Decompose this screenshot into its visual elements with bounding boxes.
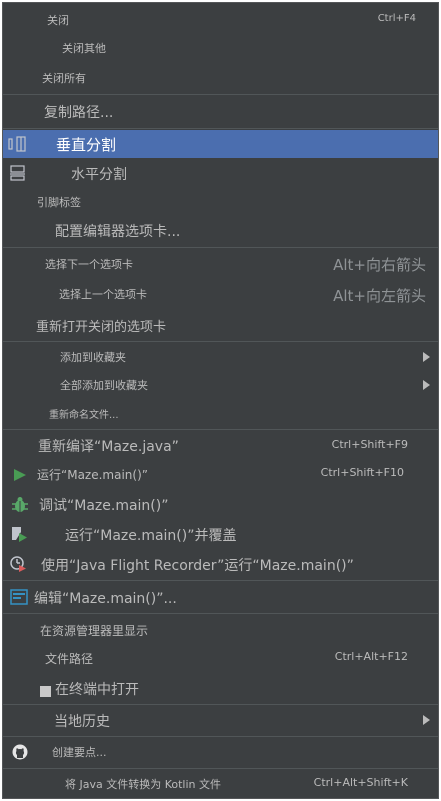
separator [3,768,438,769]
separator [3,341,438,342]
menu-item-label: 添加到收藏夹 [60,351,126,364]
split-vertical-icon [8,136,28,156]
menu-item-label: 关闭所有 [42,72,86,85]
menu-item-next-tab[interactable]: 选择下一个选项卡 Alt+向右箭头 [3,249,438,279]
menu-item-edit-run-configuration[interactable]: 编辑“Maze.main()”... [3,582,438,612]
menu-item-reopen-closed-tab[interactable]: 重新打开关闭的选项卡 [3,311,438,339]
menu-item-shortcut: Alt+向右箭头 [333,256,426,274]
menu-item-split-horizontal[interactable]: 水平分割 [3,159,438,187]
menu-item-recompile[interactable]: 重新编译“Maze.java” Ctrl+Shift+F9 [3,431,438,459]
debug-icon [11,496,29,518]
menu-item-open-in-terminal[interactable]: 在终端中打开 [3,673,438,703]
menu-item-run-with-coverage[interactable]: 运行“Maze.main()”并覆盖 [3,520,438,548]
terminal-icon [40,682,51,701]
menu-item-label: 引脚标签 [37,196,81,209]
menu-item-label: 水平分割 [71,167,127,183]
menu-item-label: 重新编译“Maze.java” [38,439,179,455]
separator [3,128,438,129]
split-horizontal-icon [9,164,27,186]
menu-item-show-in-explorer[interactable]: 在资源管理器里显示 [3,615,438,643]
menu-item-run[interactable]: 运行“Maze.main()” Ctrl+Shift+F10 [3,460,438,488]
profiler-icon [9,555,27,577]
menu-item-add-all-to-favorites[interactable]: 全部添加到收藏夹 [3,372,438,400]
menu-item-rename-file[interactable]: 重新命名文件... [3,401,438,427]
menu-item-label: 当地历史 [54,714,110,730]
menu-item-debug[interactable]: 调试“Maze.main()” [3,489,438,519]
separator [3,736,438,737]
menu-item-label: 选择上一个选项卡 [59,288,147,301]
menu-item-label: 使用“Java Flight Recorder”运行“Maze.main()” [41,558,354,574]
menu-item-close-all[interactable]: 关闭所有 [3,63,438,91]
menu-item-label: 重新命名文件... [49,410,119,421]
menu-item-label: 关闭 [47,14,69,27]
menu-item-label: 在终端中打开 [55,682,139,698]
menu-item-shortcut: Ctrl+Shift+F10 [320,466,404,479]
separator [3,247,438,248]
menu-item-close-others[interactable]: 关闭其他 [3,34,438,62]
menu-item-label: 复制路径... [44,105,114,121]
run-icon [13,467,27,486]
menu-item-label: 创建要点... [52,746,107,759]
separator [3,704,438,705]
menu-item-label: 垂直分割 [56,136,117,154]
editor-tab-context-menu: 关闭 Ctrl+F4 关闭其他 关闭所有 复制路径... 垂直分割 水平分割 引… [2,2,439,799]
submenu-arrow-icon [423,715,430,725]
menu-item-copy-path[interactable]: 复制路径... [3,96,438,126]
menu-item-close[interactable]: 关闭 Ctrl+F4 [3,5,438,33]
menu-item-label: 编辑“Maze.main()”... [34,591,177,607]
menu-item-local-history[interactable]: 当地历史 [3,706,438,734]
menu-item-file-path[interactable]: 文件路径 Ctrl+Alt+F12 [3,644,438,672]
menu-item-shortcut: Alt+向左箭头 [333,287,426,305]
menu-item-create-gist[interactable]: 创建要点... [3,738,438,766]
menu-item-shortcut: Ctrl+Shift+F9 [331,438,408,451]
menu-item-label: 运行“Maze.main()” [37,468,148,482]
menu-item-label: 关闭其他 [62,42,106,55]
menu-item-label: 调试“Maze.main()” [39,498,169,514]
menu-item-split-vertical[interactable]: 垂直分割 [3,130,438,158]
menu-item-label: 文件路径 [45,652,94,666]
menu-item-pin-tab[interactable]: 引脚标签 [3,188,438,214]
menu-item-configure-tabs[interactable]: 配置编辑器选项卡... [3,215,438,245]
menu-item-add-to-favorites[interactable]: 添加到收藏夹 [3,343,438,371]
separator [3,94,438,95]
submenu-arrow-icon [423,380,430,390]
menu-item-label: 将 Java 文件转换为 Kotlin 文件 [65,778,222,791]
edit-config-icon [10,589,28,609]
github-icon [12,744,28,764]
menu-item-label: 重新打开关闭的选项卡 [36,320,167,335]
menu-item-shortcut: Ctrl+F4 [377,13,416,24]
menu-item-shortcut: Ctrl+Alt+F12 [334,650,408,663]
separator [3,613,438,614]
menu-item-run-with-flight-recorder[interactable]: 使用“Java Flight Recorder”运行“Maze.main()” [3,549,438,579]
menu-item-shortcut: Ctrl+Alt+Shift+K [313,776,408,789]
menu-item-prev-tab[interactable]: 选择上一个选项卡 Alt+向左箭头 [3,280,438,310]
menu-item-label: 运行“Maze.main()”并覆盖 [65,528,237,544]
menu-item-label: 配置编辑器选项卡... [55,224,181,240]
separator [3,429,438,430]
menu-item-convert-to-kotlin[interactable]: 将 Java 文件转换为 Kotlin 文件 Ctrl+Alt+Shift+K [3,770,438,796]
menu-item-label: 在资源管理器里显示 [40,624,149,638]
coverage-icon [10,525,28,547]
menu-item-label: 选择下一个选项卡 [45,258,133,271]
submenu-arrow-icon [423,352,430,362]
separator [3,580,438,581]
menu-item-label: 全部添加到收藏夹 [60,379,148,392]
